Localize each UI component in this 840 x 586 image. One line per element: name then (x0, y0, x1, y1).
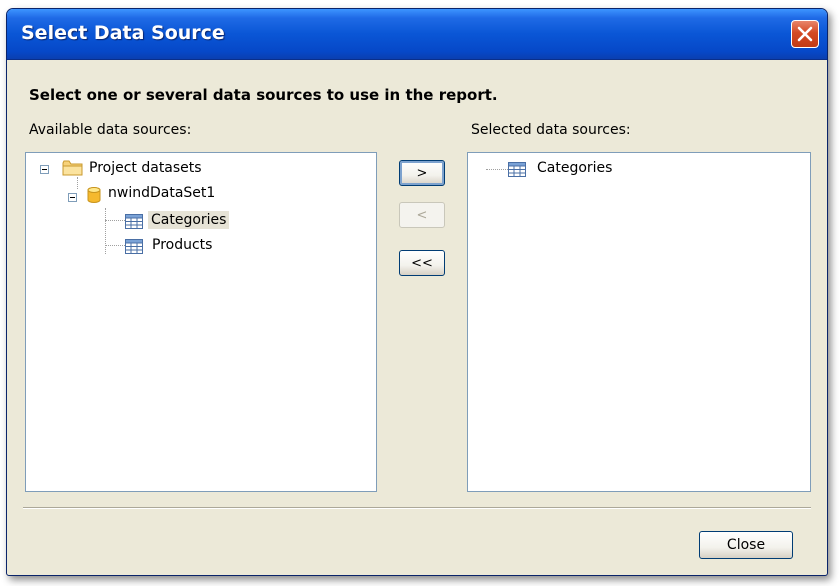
select-data-source-dialog: Select Data Source Select one or several… (6, 8, 828, 576)
instruction-text: Select one or several data sources to us… (29, 86, 498, 104)
tree-connector (105, 220, 125, 221)
dialog-title: Select Data Source (21, 22, 225, 44)
tree-node-dataset[interactable]: nwindDataSet1 (66, 183, 266, 205)
folder-icon (62, 160, 83, 176)
database-icon (87, 187, 101, 203)
tree-node-project-datasets[interactable]: Project datasets (38, 158, 238, 180)
selected-item-label: Categories (537, 160, 613, 176)
remove-all-button[interactable]: << (399, 250, 445, 276)
add-button[interactable]: > (399, 160, 445, 186)
tree-connector (105, 208, 106, 254)
close-button[interactable]: Close (699, 531, 793, 559)
table-icon (125, 239, 143, 254)
remove-button[interactable]: < (399, 202, 445, 228)
available-sources-label: Available data sources: (29, 122, 192, 138)
available-sources-tree[interactable]: Project datasets nwindDataSet1 Categorie… (25, 152, 377, 492)
close-window-button[interactable] (791, 20, 819, 48)
tree-connector (486, 169, 508, 170)
selected-sources-label: Selected data sources: (471, 122, 631, 138)
tree-node-categories[interactable]: Categories (124, 210, 254, 232)
footer-divider (23, 507, 811, 509)
title-bar[interactable]: Select Data Source (7, 9, 827, 60)
selected-sources-list[interactable]: Categories (467, 152, 811, 492)
tree-node-label: Project datasets (89, 160, 202, 176)
close-icon (797, 26, 813, 42)
collapse-toggle[interactable] (40, 165, 49, 174)
tree-node-label: nwindDataSet1 (108, 185, 216, 201)
table-icon (125, 214, 143, 229)
tree-node-label: Products (152, 237, 213, 253)
selected-item-categories[interactable]: Categories (508, 158, 668, 180)
table-icon (508, 162, 526, 177)
tree-node-label: Categories (148, 211, 230, 229)
tree-node-products[interactable]: Products (124, 235, 254, 257)
tree-connector (105, 245, 125, 246)
collapse-toggle[interactable] (68, 193, 77, 202)
